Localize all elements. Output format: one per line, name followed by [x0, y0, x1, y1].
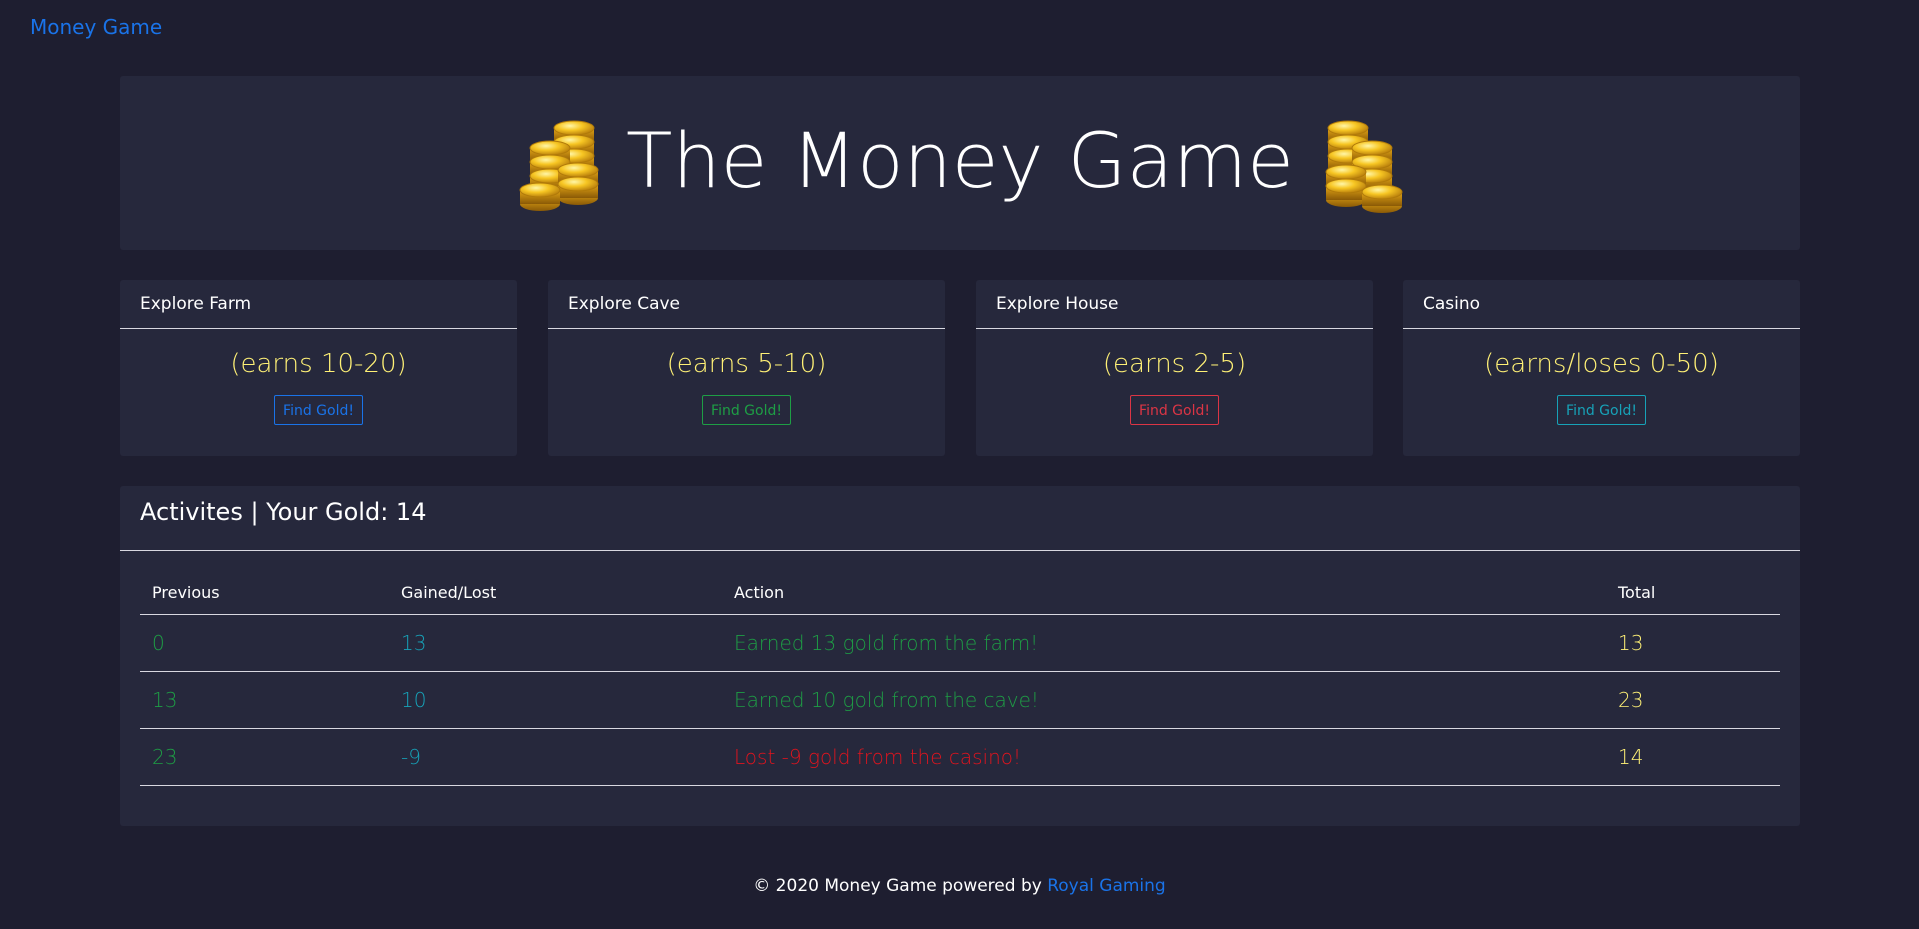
brand-link[interactable]: Money Game [30, 14, 162, 41]
card-title: Explore House [976, 280, 1373, 329]
footer-link-royal-gaming[interactable]: Royal Gaming [1047, 876, 1166, 896]
find-gold-cave-button[interactable]: Find Gold! [702, 395, 791, 425]
earn-range: (earns 5-10) [666, 349, 827, 379]
activities-table: Previous Gained/Lost Action Total 0 13 E… [140, 570, 1780, 786]
cell-total: 23 [1606, 671, 1780, 729]
earn-range: (earns 2-5) [1102, 349, 1247, 379]
column-header-total: Total [1606, 570, 1780, 615]
card-explore-cave: Explore Cave (earns 5-10) Find Gold! [548, 280, 945, 456]
table-row: 0 13 Earned 13 gold from the farm! 13 [140, 614, 1780, 672]
gold-coins-icon [519, 120, 599, 212]
cell-previous: 13 [140, 671, 389, 729]
table-header-row: Previous Gained/Lost Action Total [140, 570, 1780, 615]
hero-banner: The Money Game [120, 76, 1800, 250]
table-row: 13 10 Earned 10 gold from the cave! 23 [140, 671, 1780, 729]
cell-gained: -9 [389, 728, 722, 786]
earn-range: (earns/loses 0-50) [1484, 349, 1719, 379]
card-explore-house: Explore House (earns 2-5) Find Gold! [976, 280, 1373, 456]
cell-previous: 0 [140, 614, 389, 672]
cell-total: 14 [1606, 728, 1780, 786]
earn-range: (earns 10-20) [230, 349, 407, 379]
cell-previous: 23 [140, 728, 389, 786]
cell-gained: 10 [389, 671, 722, 729]
table-row: 23 -9 Lost -9 gold from the casino! 14 [140, 728, 1780, 786]
cell-action: Lost -9 gold from the casino! [722, 728, 1606, 786]
card-title: Casino [1403, 280, 1800, 329]
cell-gained: 13 [389, 614, 722, 672]
column-header-gained-lost: Gained/Lost [389, 570, 722, 615]
column-header-previous: Previous [140, 570, 389, 615]
gold-coins-icon [1325, 120, 1403, 214]
hero-content: The Money Game [512, 106, 1408, 216]
card-title: Explore Cave [548, 280, 945, 329]
footer-text: © 2020 Money Game powered by [753, 876, 1048, 896]
cell-action: Earned 10 gold from the cave! [722, 671, 1606, 729]
find-gold-farm-button[interactable]: Find Gold! [274, 395, 363, 425]
card-casino: Casino (earns/loses 0-50) Find Gold! [1403, 280, 1800, 456]
find-gold-casino-button[interactable]: Find Gold! [1557, 395, 1646, 425]
cell-total: 13 [1606, 614, 1780, 672]
column-header-action: Action [722, 570, 1606, 615]
card-explore-farm: Explore Farm (earns 10-20) Find Gold! [120, 280, 517, 456]
footer: © 2020 Money Game powered by Royal Gamin… [0, 876, 1919, 896]
find-gold-house-button[interactable]: Find Gold! [1130, 395, 1219, 425]
card-title: Explore Farm [120, 280, 517, 329]
page-title: The Money Game [626, 116, 1294, 205]
cell-action: Earned 13 gold from the farm! [722, 614, 1606, 672]
activities-panel: Activites | Your Gold: 14 Previous Gaine… [120, 486, 1800, 826]
activities-header: Activites | Your Gold: 14 [120, 486, 1800, 551]
